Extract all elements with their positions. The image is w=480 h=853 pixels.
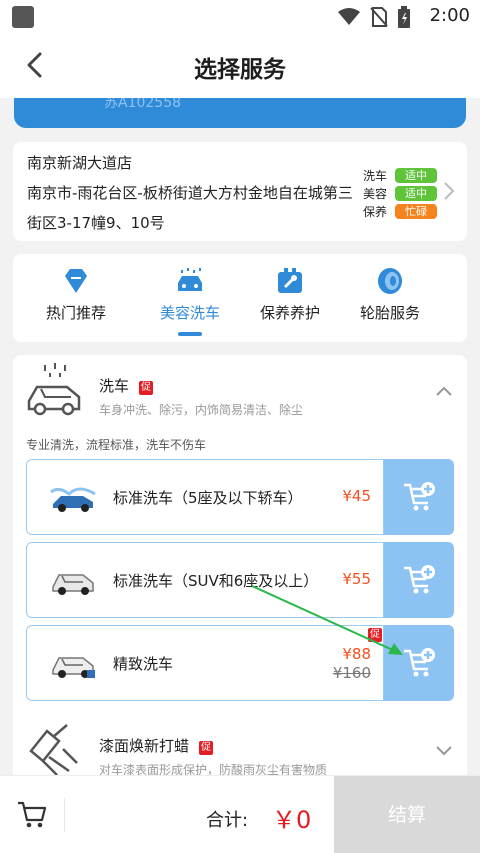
- status-row-wash: 洗车 适中: [363, 166, 437, 184]
- page-title: 选择服务: [194, 57, 286, 83]
- polisher-icon: [29, 724, 78, 776]
- status-badge: 适中: [395, 167, 437, 183]
- tab-label: 轮胎服务: [359, 304, 420, 322]
- wifi-icon: [338, 8, 360, 25]
- promo-badge: 促: [368, 628, 382, 642]
- service-item: 标准洗车（SUV和6座及以上） ¥55: [26, 542, 454, 618]
- cart-icon[interactable]: [16, 800, 48, 830]
- service-status-list: 洗车 适中 美容 适中 保养 忙碌: [363, 166, 437, 220]
- battery-icon: [398, 6, 410, 28]
- category-header-wash[interactable]: 洗车促 车身冲洗、除污，内饰简易清洁、除尘: [13, 355, 467, 425]
- status-badge: 忙碌: [395, 203, 437, 219]
- category-tabs: 热门推荐 美容洗车 保养养护 轮胎服务: [13, 254, 467, 342]
- service-item-original-price: ¥160: [332, 664, 371, 682]
- tab-label: 热门推荐: [45, 304, 106, 322]
- car-wash-icon: [178, 268, 202, 291]
- car-thumbnail-icon: [52, 657, 95, 678]
- tab-label: 美容洗车: [159, 304, 220, 322]
- category-title-text: 漆面焕新打蜡: [99, 737, 190, 755]
- add-to-cart-button[interactable]: [384, 459, 454, 535]
- service-item-name: 标准洗车（5座及以下轿车）: [113, 489, 303, 507]
- status-row-maintenance: 保养 忙碌: [363, 202, 437, 220]
- total-label: 合计:: [206, 810, 249, 831]
- status-bar: 2:00: [0, 0, 480, 32]
- add-cart-icon: [404, 482, 435, 511]
- car-card[interactable]: 苏A102558: [14, 98, 466, 128]
- promo-badge: 促: [199, 741, 214, 755]
- status-label: 保养: [363, 204, 388, 219]
- promo-badge: 促: [139, 381, 154, 395]
- tire-icon: [378, 268, 402, 294]
- bottom-bar: 合计: ￥0 结算: [0, 775, 480, 853]
- app-notification-icon: [12, 6, 34, 28]
- car-thumbnail-icon: [52, 574, 94, 595]
- gem-icon: [65, 269, 87, 293]
- total-value: ￥0: [272, 806, 312, 834]
- tab-tire-service[interactable]: 轮胎服务: [340, 262, 440, 336]
- category-title-text: 洗车: [99, 377, 130, 395]
- car-wash-category-icon: [27, 363, 81, 416]
- category-note: 专业清洗，流程标准，洗车不伤车: [26, 438, 207, 452]
- store-address: 南京市-雨花台区-板桥街道大方村金地自在城第三街区3-17幢9、10号: [27, 184, 353, 232]
- service-item-price: ¥55: [342, 570, 371, 588]
- service-item-card[interactable]: 标准洗车（5座及以下轿车） ¥45: [26, 459, 384, 535]
- category-title: 洗车促: [99, 375, 154, 396]
- service-item-name: 精致洗车: [113, 655, 174, 673]
- service-item-price: ¥88: [342, 645, 371, 663]
- status-icons: [338, 6, 410, 28]
- status-time: 2:00: [429, 5, 470, 26]
- divider: [64, 798, 65, 832]
- tab-hot-recommend[interactable]: 热门推荐: [26, 262, 126, 336]
- status-row-beauty: 美容 适中: [363, 184, 437, 202]
- add-to-cart-button[interactable]: [384, 542, 454, 618]
- service-item: 标准洗车（5座及以下轿车） ¥45: [26, 459, 454, 535]
- wrench-icon: [278, 268, 302, 293]
- car-plate: 苏A102558: [104, 98, 182, 111]
- tab-label: 保养养护: [259, 304, 320, 322]
- status-label: 美容: [363, 186, 388, 201]
- car-thumbnail-icon: [50, 487, 96, 512]
- nav-bar: 选择服务: [0, 32, 480, 98]
- store-name: 南京新湖大道店: [27, 154, 133, 172]
- no-sim-icon: [370, 7, 388, 27]
- add-cart-icon: [404, 648, 435, 677]
- status-badge: 适中: [395, 185, 437, 201]
- add-to-cart-button[interactable]: [384, 625, 454, 701]
- service-item-card[interactable]: 标准洗车（SUV和6座及以上） ¥55: [26, 542, 384, 618]
- store-card[interactable]: 南京新湖大道店 南京市-雨花台区-板桥街道大方村金地自在城第三街区3-17幢9、…: [13, 142, 467, 241]
- tab-beauty-wash[interactable]: 美容洗车: [140, 262, 240, 336]
- chevron-up-icon[interactable]: [435, 385, 453, 397]
- chevron-right-icon: [444, 182, 455, 200]
- service-item: 精致洗车 促 ¥88 ¥160: [26, 625, 454, 701]
- active-tab-indicator: [178, 332, 202, 336]
- service-list-panel: 洗车促 车身冲洗、除污，内饰简易清洁、除尘 专业清洗，流程标准，洗车不伤车 标准…: [13, 355, 467, 785]
- service-item-name: 标准洗车（SUV和6座及以上）: [113, 572, 319, 590]
- add-cart-icon: [404, 565, 435, 594]
- chevron-down-icon[interactable]: [435, 745, 453, 757]
- checkout-button[interactable]: 结算: [334, 776, 480, 853]
- category-title: 漆面焕新打蜡促: [99, 735, 214, 756]
- status-label: 洗车: [363, 168, 388, 183]
- service-item-card[interactable]: 精致洗车 促 ¥88 ¥160: [26, 625, 384, 701]
- service-item-price: ¥45: [342, 487, 371, 505]
- tab-maintenance[interactable]: 保养养护: [240, 262, 340, 336]
- category-description: 车身冲洗、除污，内饰简易清洁、除尘: [99, 403, 304, 417]
